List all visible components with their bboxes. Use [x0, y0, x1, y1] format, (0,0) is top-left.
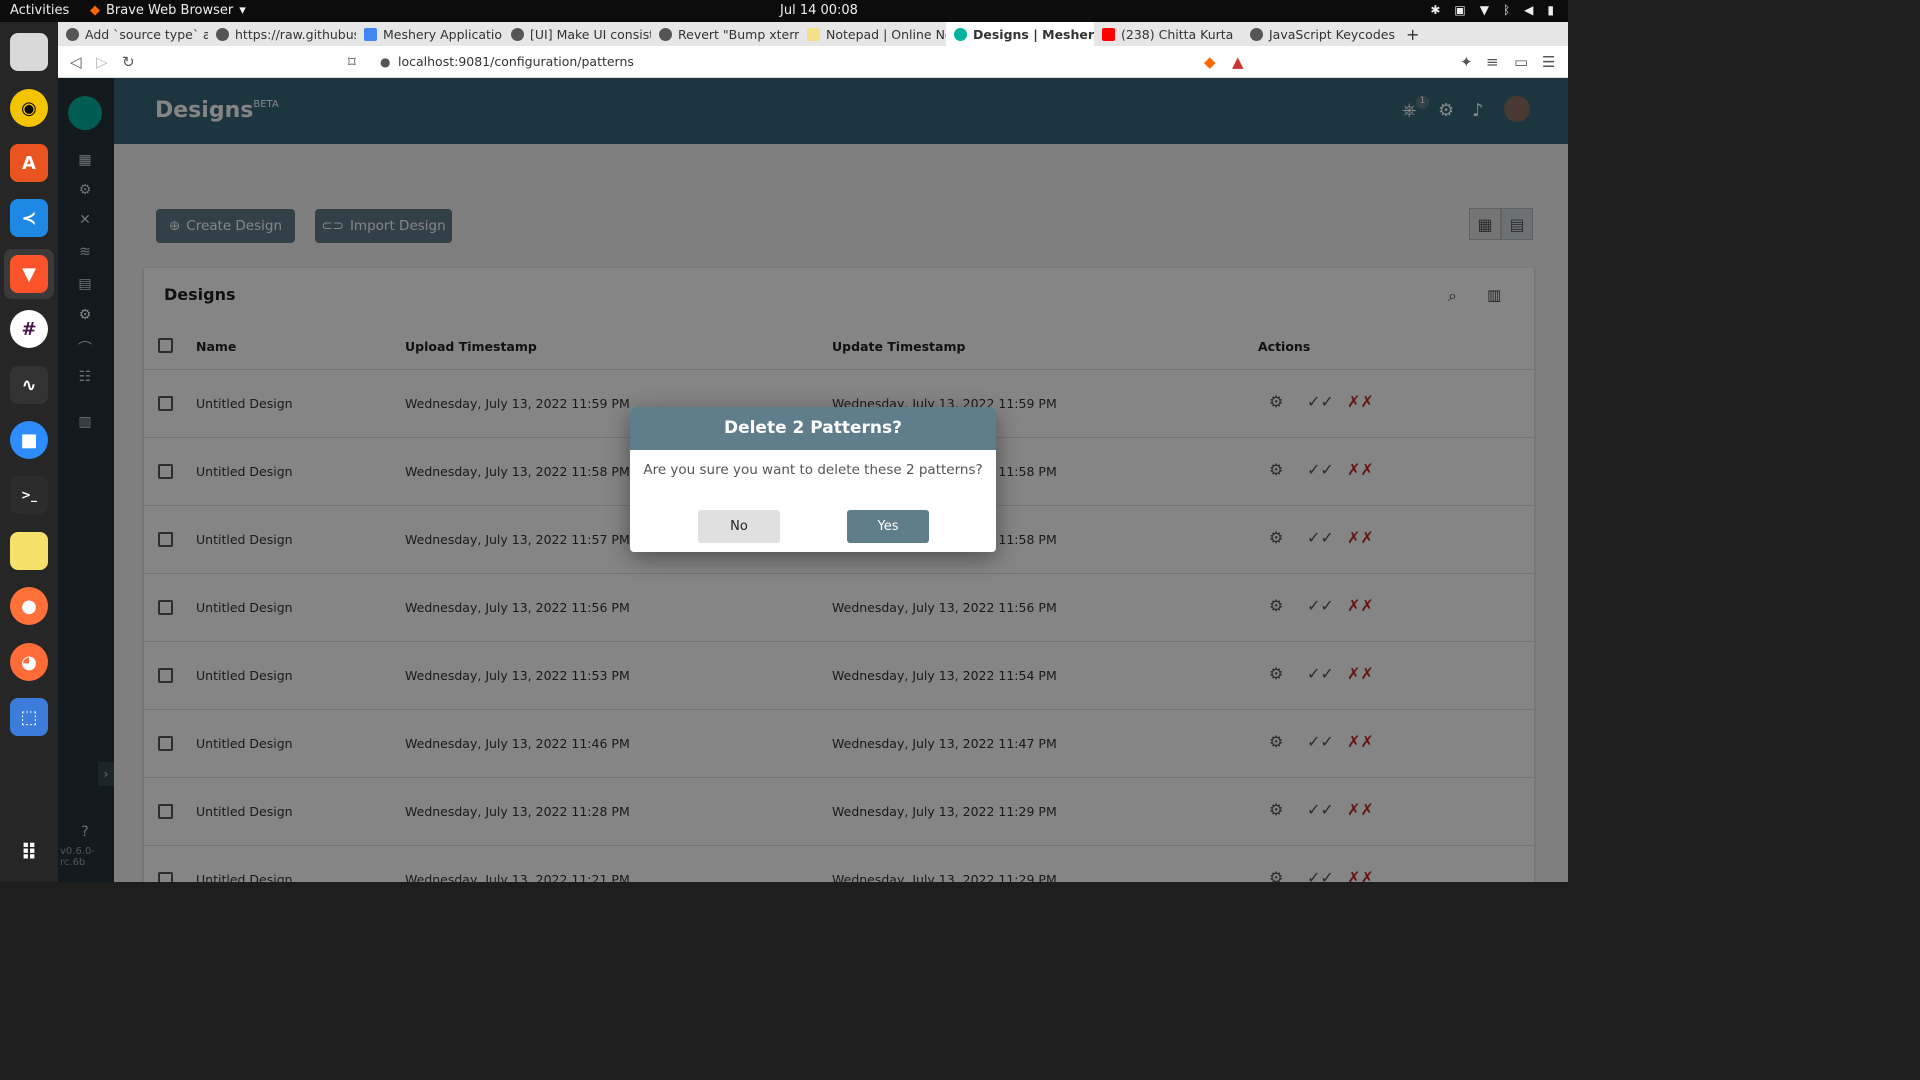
brave-dock-icon[interactable]: ▼ [10, 255, 48, 293]
tab-4[interactable]: [UI] Make UI consiste [503, 22, 651, 46]
brave-icon: ◆ [90, 3, 100, 18]
tab-3[interactable]: Meshery Application [356, 22, 503, 46]
system-top-bar: Activities ◆ Brave Web Browser ▾ Jul 14 … [0, 0, 1568, 22]
tab-1[interactable]: Add `source type` an [58, 22, 208, 46]
tab-8[interactable]: (238) Chitta Kurta [1094, 22, 1242, 46]
reload-icon[interactable]: ↻ [122, 53, 135, 71]
tab-6[interactable]: Notepad | Online Not [799, 22, 946, 46]
delete-confirm-dialog: Delete 2 Patterns? Are you sure you want… [630, 407, 996, 552]
dialog-message: Are you sure you want to delete these 2 … [643, 462, 983, 478]
activities-button[interactable]: Activities [10, 3, 69, 18]
terminal-icon[interactable]: >_ [10, 476, 48, 514]
slack-icon[interactable]: # [10, 310, 48, 348]
battery-icon: ▮ [1547, 3, 1554, 17]
meshery-icon [954, 27, 967, 41]
menu-icon[interactable]: ☰ [1542, 53, 1555, 71]
tab-2[interactable]: https://raw.githubus [208, 22, 356, 46]
rhythmbox-icon[interactable]: ◉ [10, 89, 48, 127]
forward-icon[interactable]: ▷ [96, 53, 108, 71]
back-icon[interactable]: ◁ [70, 53, 82, 71]
app-menu[interactable]: ◆ Brave Web Browser ▾ [90, 3, 246, 18]
firefox-icon[interactable]: ● [10, 587, 48, 625]
system-monitor-icon[interactable]: ∿ [10, 366, 48, 404]
globe-icon [216, 27, 229, 41]
files-icon[interactable] [10, 33, 48, 71]
media-icon[interactable]: ≡ [1486, 53, 1499, 71]
bookmark-icon[interactable]: ⌑ [348, 53, 356, 71]
yes-button[interactable]: Yes [847, 510, 929, 543]
zoom-icon[interactable]: ■ [10, 421, 48, 459]
github-icon [66, 27, 79, 41]
volume-icon: ◀ [1524, 3, 1534, 17]
network-icon: ▼ [1479, 3, 1489, 17]
bluetooth-icon: ᛒ [1502, 3, 1511, 17]
tab-strip: Add `source type` an https://raw.githubu… [58, 22, 1568, 46]
postman-icon[interactable]: ◕ [10, 643, 48, 681]
system-tray[interactable]: ✱ ▣ ▼ ᛒ ◀ ▮ [1430, 3, 1554, 17]
globe-icon [1250, 27, 1263, 41]
sticky-notes-icon[interactable] [10, 532, 48, 570]
vscode-icon[interactable]: ≺ [10, 199, 48, 237]
github-icon [659, 27, 672, 41]
show-apps-icon[interactable]: ⠿ [10, 834, 48, 872]
dialog-title: Delete 2 Patterns? [630, 407, 996, 450]
site-info-icon[interactable]: ● [380, 55, 390, 69]
address-bar: ◁ ▷ ↻ ⌑ ● localhost:9081/configuration/p… [58, 46, 1568, 78]
tab-5[interactable]: Revert "Bump xterm [651, 22, 799, 46]
brave-rewards-icon[interactable]: ▲ [1232, 53, 1244, 71]
url-field[interactable]: localhost:9081/configuration/patterns [398, 54, 634, 69]
brave-shield-icon[interactable]: ◆ [1204, 53, 1216, 71]
slack-tray-icon: ✱ [1430, 3, 1441, 17]
tab-9[interactable]: JavaScript Keycodes [1242, 22, 1397, 46]
chevron-down-icon: ▾ [239, 3, 246, 18]
tab-designs-active[interactable]: Designs | Meshery✕ [946, 22, 1094, 46]
youtube-icon [1102, 27, 1115, 41]
software-center-icon[interactable]: A [10, 144, 48, 182]
wallet-icon[interactable]: ▭ [1514, 53, 1528, 71]
no-button[interactable]: No [698, 510, 780, 543]
app-menu-label: Brave Web Browser [106, 3, 234, 18]
zoom-tray-icon: ▣ [1454, 3, 1466, 17]
github-icon [511, 27, 524, 41]
dock: ◉ A ≺ ▼ # ∿ ■ >_ ● ◕ ⬚ ⠿ [0, 22, 58, 882]
notepad-icon [807, 27, 820, 41]
new-tab-button[interactable]: + [1398, 22, 1422, 46]
screenshot-icon[interactable]: ⬚ [10, 698, 48, 736]
clock[interactable]: Jul 14 00:08 [780, 3, 858, 18]
docs-icon [364, 27, 377, 41]
extensions-icon[interactable]: ✦ [1460, 53, 1473, 71]
